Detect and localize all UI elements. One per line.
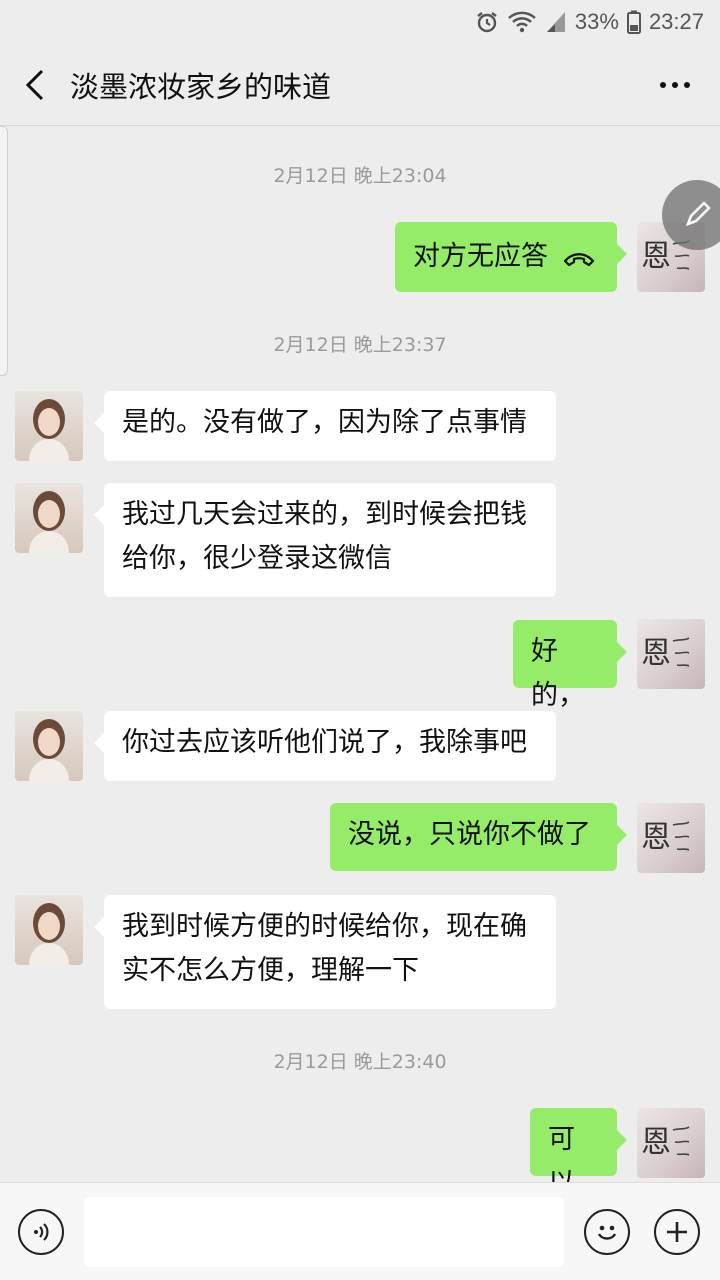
more-dot-icon xyxy=(660,81,666,88)
svg-text:恩: 恩 xyxy=(641,820,671,855)
hangup-phone-icon xyxy=(563,253,595,267)
message-text-line: 我过几天会过来的，到时候会把钱 xyxy=(122,499,527,530)
more-dot-icon xyxy=(684,81,690,88)
emoji-button[interactable] xyxy=(584,1209,630,1255)
message-text: 是的。没有做了，因为除了点事情 xyxy=(122,407,527,438)
message-bubble-received[interactable]: 你过去应该听他们说了，我除事吧 xyxy=(94,711,556,781)
message-text-line: 实不怎么方便，理解一下 xyxy=(122,955,419,986)
more-dot-icon xyxy=(672,81,678,88)
message-bubble-sent[interactable]: 可以 xyxy=(530,1108,627,1199)
wifi-icon xyxy=(507,10,537,34)
voice-wave-icon xyxy=(34,1223,49,1241)
message-bubble-sent[interactable]: 对方无应答 xyxy=(395,222,627,292)
chevron-left-icon xyxy=(25,69,44,100)
back-button[interactable] xyxy=(0,44,70,126)
contact-avatar[interactable] xyxy=(15,391,83,461)
message-timestamp: 2月12日 晚上23:40 xyxy=(273,1051,447,1073)
battery-percent: 33% xyxy=(574,9,619,34)
message-bubble-received[interactable]: 我到时候方便的时候给你，现在确 实不怎么方便，理解一下 xyxy=(94,895,556,1009)
my-avatar[interactable]: 恩 xyxy=(637,1108,705,1178)
plus-icon xyxy=(667,1222,687,1242)
message-input[interactable] xyxy=(84,1197,564,1267)
smiley-icon xyxy=(597,1225,617,1240)
voice-input-button[interactable] xyxy=(18,1209,64,1255)
message-timestamp: 2月12日 晚上23:04 xyxy=(273,165,447,187)
status-bar: 33% 23:27 xyxy=(0,0,720,44)
contact-avatar[interactable] xyxy=(15,483,83,553)
message-text: 你过去应该听他们说了，我除事吧 xyxy=(122,727,527,758)
message-timestamp: 2月12日 晚上23:37 xyxy=(273,334,447,356)
message-bubble-received[interactable]: 我过几天会过来的，到时候会把钱 给你，很少登录这微信 xyxy=(94,483,556,597)
contact-avatar[interactable] xyxy=(15,895,83,965)
contact-avatar[interactable] xyxy=(15,711,83,781)
battery-icon xyxy=(626,10,641,34)
chat-title: 淡墨浓妆家乡的味道 xyxy=(70,69,332,104)
alarm-icon xyxy=(475,10,499,34)
my-avatar[interactable]: 恩 xyxy=(637,619,705,689)
more-options-button[interactable] xyxy=(630,44,720,126)
message-text-line: 给你，很少登录这微信 xyxy=(122,543,392,574)
input-bar xyxy=(0,1182,720,1280)
svg-text:恩: 恩 xyxy=(641,239,671,274)
message-text: 好的， xyxy=(531,636,585,711)
status-time: 23:27 xyxy=(648,9,704,34)
more-actions-button[interactable] xyxy=(654,1209,700,1255)
message-text-line: 我到时候方便的时候给你，现在确 xyxy=(122,911,527,942)
svg-text:恩: 恩 xyxy=(641,1125,671,1160)
pencil-icon xyxy=(685,201,711,227)
message-bubble-sent[interactable]: 没说，只说你不做了 xyxy=(330,803,627,871)
my-avatar[interactable]: 恩 xyxy=(637,803,705,873)
message-bubble-sent[interactable]: 好的， xyxy=(513,620,627,711)
signal-icon xyxy=(545,10,567,34)
chat-header: 淡墨浓妆家乡的味道 xyxy=(0,44,720,126)
message-text: 对方无应答 xyxy=(413,241,548,272)
message-bubble-received[interactable]: 是的。没有做了，因为除了点事情 xyxy=(94,391,556,461)
message-text: 没说，只说你不做了 xyxy=(348,819,591,850)
svg-text:恩: 恩 xyxy=(641,636,671,671)
